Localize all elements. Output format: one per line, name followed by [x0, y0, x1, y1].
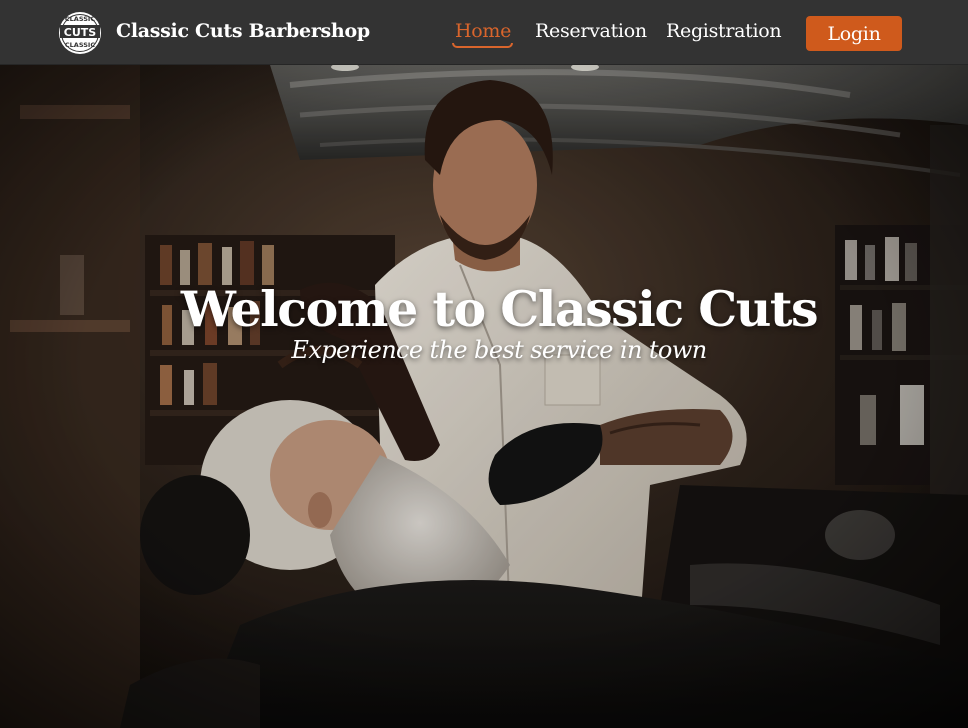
brand-name[interactable]: Classic Cuts Barbershop: [116, 20, 370, 42]
hero-section: Welcome to Classic Cuts Experience the b…: [0, 65, 968, 728]
logo-bottom-text: CLASSIC: [65, 41, 95, 49]
hero-background-image: [0, 65, 968, 728]
nav-registration-link[interactable]: Registration: [666, 20, 782, 42]
nav-home-link[interactable]: Home: [455, 20, 511, 42]
nav-reservation-link[interactable]: Reservation: [535, 20, 647, 42]
login-button[interactable]: Login: [806, 16, 902, 51]
logo-top-text: CLASSIC: [65, 15, 95, 23]
hero-title: Welcome to Classic Cuts: [180, 279, 819, 338]
logo-main-text: CUTS: [64, 26, 97, 39]
top-navbar: CLASSIC CUTS CLASSIC Classic Cuts Barber…: [0, 0, 968, 65]
hero-subtitle: Experience the best service in town: [291, 336, 707, 364]
nav-home-active-underline: [452, 43, 513, 48]
barbershop-logo-icon[interactable]: CLASSIC CUTS CLASSIC: [57, 6, 103, 60]
